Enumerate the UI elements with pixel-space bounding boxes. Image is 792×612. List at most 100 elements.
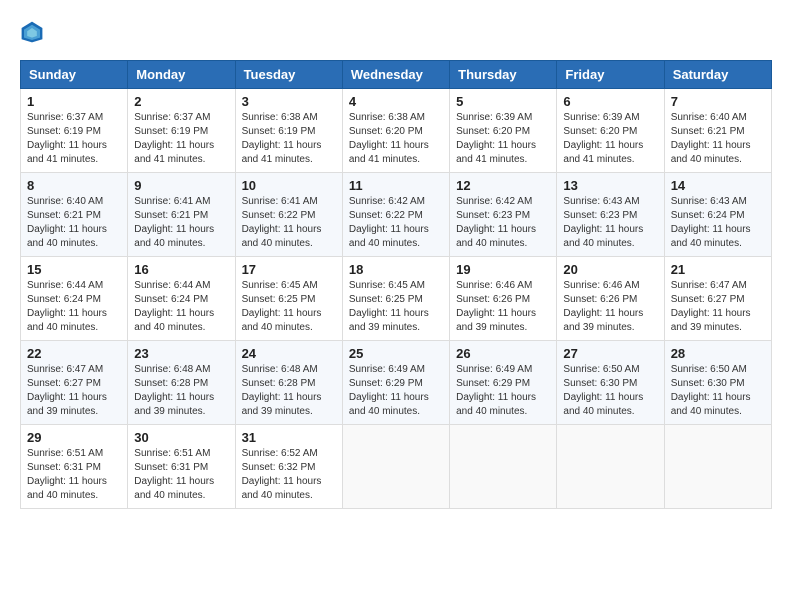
logo: [20, 20, 48, 44]
calendar-week-row: 8Sunrise: 6:40 AM Sunset: 6:21 PM Daylig…: [21, 173, 772, 257]
day-number: 3: [242, 94, 336, 109]
day-info: Sunrise: 6:41 AM Sunset: 6:22 PM Dayligh…: [242, 195, 336, 251]
day-info: Sunrise: 6:43 AM Sunset: 6:23 PM Dayligh…: [563, 195, 657, 251]
day-number: 14: [671, 178, 765, 193]
day-info: Sunrise: 6:51 AM Sunset: 6:31 PM Dayligh…: [134, 447, 228, 503]
calendar-day-cell: 21Sunrise: 6:47 AM Sunset: 6:27 PM Dayli…: [664, 257, 771, 341]
calendar-day-cell: 16Sunrise: 6:44 AM Sunset: 6:24 PM Dayli…: [128, 257, 235, 341]
day-info: Sunrise: 6:51 AM Sunset: 6:31 PM Dayligh…: [27, 447, 121, 503]
weekday-header-monday: Monday: [128, 61, 235, 89]
page-header: [20, 20, 772, 44]
day-number: 24: [242, 346, 336, 361]
calendar-week-row: 29 Sunrise: 6:51 AM Sunset: 6:31 PM Dayli…: [21, 425, 772, 509]
day-info: Sunrise: 6:48 AM Sunset: 6:28 PM Dayligh…: [242, 363, 336, 419]
day-info: Sunrise: 6:37 AM Sunset: 6:19 PM Dayligh…: [134, 111, 228, 167]
day-number: 26: [456, 346, 550, 361]
calendar-day-cell: 31 Sunrise: 6:52 AM Sunset: 6:32 PM Dayli…: [235, 425, 342, 509]
calendar-day-cell: 7 Sunrise: 6:40 AM Sunset: 6:21 PM Daylig…: [664, 89, 771, 173]
day-number: 2: [134, 94, 228, 109]
day-number: 20: [563, 262, 657, 277]
weekday-header-tuesday: Tuesday: [235, 61, 342, 89]
day-number: 29: [27, 430, 121, 445]
day-number: 10: [242, 178, 336, 193]
day-number: 19: [456, 262, 550, 277]
calendar-week-row: 22 Sunrise: 6:47 AM Sunset: 6:27 PM Dayli…: [21, 341, 772, 425]
calendar-day-cell: 12 Sunrise: 6:42 AM Sunset: 6:23 PM Dayli…: [450, 173, 557, 257]
day-info: Sunrise: 6:52 AM Sunset: 6:32 PM Dayligh…: [242, 447, 336, 503]
calendar-day-cell: 22 Sunrise: 6:47 AM Sunset: 6:27 PM Dayli…: [21, 341, 128, 425]
logo-icon: [20, 20, 44, 44]
calendar-day-cell: 30 Sunrise: 6:51 AM Sunset: 6:31 PM Dayli…: [128, 425, 235, 509]
calendar-day-cell: 3 Sunrise: 6:38 AM Sunset: 6:19 PM Daylig…: [235, 89, 342, 173]
calendar-day-cell: 9Sunrise: 6:41 AM Sunset: 6:21 PM Daylig…: [128, 173, 235, 257]
day-number: 27: [563, 346, 657, 361]
day-info: Sunrise: 6:39 AM Sunset: 6:20 PM Dayligh…: [563, 111, 657, 167]
calendar-day-cell: 11 Sunrise: 6:42 AM Sunset: 6:22 PM Dayli…: [342, 173, 449, 257]
day-info: Sunrise: 6:38 AM Sunset: 6:20 PM Dayligh…: [349, 111, 443, 167]
weekday-header-wednesday: Wednesday: [342, 61, 449, 89]
calendar-header-row: SundayMondayTuesdayWednesdayThursdayFrid…: [21, 61, 772, 89]
calendar-day-cell: 1 Sunrise: 6:37 AM Sunset: 6:19 PM Daylig…: [21, 89, 128, 173]
calendar-day-cell: 25Sunrise: 6:49 AM Sunset: 6:29 PM Dayli…: [342, 341, 449, 425]
day-info: Sunrise: 6:45 AM Sunset: 6:25 PM Dayligh…: [349, 279, 443, 335]
day-number: 30: [134, 430, 228, 445]
calendar-day-cell: 6 Sunrise: 6:39 AM Sunset: 6:20 PM Daylig…: [557, 89, 664, 173]
calendar-day-cell: [450, 425, 557, 509]
day-number: 9: [134, 178, 228, 193]
day-info: Sunrise: 6:46 AM Sunset: 6:26 PM Dayligh…: [563, 279, 657, 335]
day-number: 22: [27, 346, 121, 361]
day-info: Sunrise: 6:50 AM Sunset: 6:30 PM Dayligh…: [563, 363, 657, 419]
calendar-day-cell: 10 Sunrise: 6:41 AM Sunset: 6:22 PM Dayli…: [235, 173, 342, 257]
day-info: Sunrise: 6:49 AM Sunset: 6:29 PM Dayligh…: [456, 363, 550, 419]
day-number: 17: [242, 262, 336, 277]
calendar-day-cell: 28Sunrise: 6:50 AM Sunset: 6:30 PM Dayli…: [664, 341, 771, 425]
calendar-day-cell: 8Sunrise: 6:40 AM Sunset: 6:21 PM Daylig…: [21, 173, 128, 257]
day-info: Sunrise: 6:47 AM Sunset: 6:27 PM Dayligh…: [27, 363, 121, 419]
day-info: Sunrise: 6:42 AM Sunset: 6:23 PM Dayligh…: [456, 195, 550, 251]
day-info: Sunrise: 6:38 AM Sunset: 6:19 PM Dayligh…: [242, 111, 336, 167]
calendar-day-cell: 15 Sunrise: 6:44 AM Sunset: 6:24 PM Dayli…: [21, 257, 128, 341]
day-info: Sunrise: 6:47 AM Sunset: 6:27 PM Dayligh…: [671, 279, 765, 335]
day-number: 7: [671, 94, 765, 109]
calendar-day-cell: 14 Sunrise: 6:43 AM Sunset: 6:24 PM Dayli…: [664, 173, 771, 257]
calendar-day-cell: 5 Sunrise: 6:39 AM Sunset: 6:20 PM Daylig…: [450, 89, 557, 173]
day-number: 6: [563, 94, 657, 109]
day-number: 23: [134, 346, 228, 361]
weekday-header-thursday: Thursday: [450, 61, 557, 89]
day-number: 18: [349, 262, 443, 277]
day-info: Sunrise: 6:43 AM Sunset: 6:24 PM Dayligh…: [671, 195, 765, 251]
day-info: Sunrise: 6:42 AM Sunset: 6:22 PM Dayligh…: [349, 195, 443, 251]
weekday-header-friday: Friday: [557, 61, 664, 89]
day-number: 13: [563, 178, 657, 193]
day-number: 4: [349, 94, 443, 109]
day-info: Sunrise: 6:44 AM Sunset: 6:24 PM Dayligh…: [27, 279, 121, 335]
day-info: Sunrise: 6:48 AM Sunset: 6:28 PM Dayligh…: [134, 363, 228, 419]
calendar-day-cell: 24 Sunrise: 6:48 AM Sunset: 6:28 PM Dayli…: [235, 341, 342, 425]
calendar-day-cell: 20 Sunrise: 6:46 AM Sunset: 6:26 PM Dayli…: [557, 257, 664, 341]
day-info: Sunrise: 6:46 AM Sunset: 6:26 PM Dayligh…: [456, 279, 550, 335]
day-number: 31: [242, 430, 336, 445]
weekday-header-sunday: Sunday: [21, 61, 128, 89]
calendar-day-cell: [557, 425, 664, 509]
day-number: 12: [456, 178, 550, 193]
calendar-table: SundayMondayTuesdayWednesdayThursdayFrid…: [20, 60, 772, 509]
day-number: 16: [134, 262, 228, 277]
day-number: 15: [27, 262, 121, 277]
day-number: 1: [27, 94, 121, 109]
calendar-day-cell: [342, 425, 449, 509]
day-info: Sunrise: 6:39 AM Sunset: 6:20 PM Dayligh…: [456, 111, 550, 167]
day-info: Sunrise: 6:45 AM Sunset: 6:25 PM Dayligh…: [242, 279, 336, 335]
day-info: Sunrise: 6:37 AM Sunset: 6:19 PM Dayligh…: [27, 111, 121, 167]
day-number: 28: [671, 346, 765, 361]
day-number: 11: [349, 178, 443, 193]
calendar-day-cell: 2 Sunrise: 6:37 AM Sunset: 6:19 PM Daylig…: [128, 89, 235, 173]
calendar-week-row: 1 Sunrise: 6:37 AM Sunset: 6:19 PM Daylig…: [21, 89, 772, 173]
day-number: 5: [456, 94, 550, 109]
calendar-day-cell: 23 Sunrise: 6:48 AM Sunset: 6:28 PM Dayli…: [128, 341, 235, 425]
calendar-day-cell: 27 Sunrise: 6:50 AM Sunset: 6:30 PM Dayli…: [557, 341, 664, 425]
calendar-day-cell: 13 Sunrise: 6:43 AM Sunset: 6:23 PM Dayli…: [557, 173, 664, 257]
day-info: Sunrise: 6:40 AM Sunset: 6:21 PM Dayligh…: [671, 111, 765, 167]
calendar-day-cell: [664, 425, 771, 509]
calendar-day-cell: 4 Sunrise: 6:38 AM Sunset: 6:20 PM Daylig…: [342, 89, 449, 173]
day-info: Sunrise: 6:40 AM Sunset: 6:21 PM Dayligh…: [27, 195, 121, 251]
